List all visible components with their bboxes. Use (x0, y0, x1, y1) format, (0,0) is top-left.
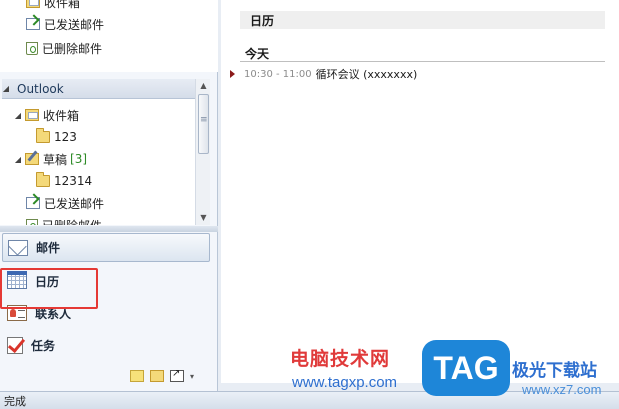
pane-splitter[interactable] (0, 226, 218, 232)
scroll-down-icon[interactable]: ▼ (196, 211, 211, 225)
appointment-item[interactable]: 10:30 - 11:00 循环会议 (xxxxxxx) (230, 66, 417, 82)
folder-list-icon[interactable] (150, 370, 164, 382)
sent-icon (26, 18, 40, 30)
scroll-up-icon[interactable]: ▲ (196, 79, 211, 93)
calendar-highlight-annotation (0, 268, 98, 309)
tasks-nav-button[interactable]: 任务 (2, 330, 210, 360)
main-area: 日历 今天 10:30 - 11:00 循环会议 (xxxxxxx) (219, 0, 619, 391)
folder-label: 123 (54, 130, 77, 144)
status-text: 完成 (4, 394, 26, 408)
watermark: 电脑技术网 www.tagxp.com TAG 极光下载站 www.xz7.co… (290, 338, 619, 406)
folder-inbox[interactable]: ◢ 收件箱 (14, 105, 79, 125)
folder-sent[interactable]: 已发送邮件 (26, 193, 104, 213)
folder-label: 已删除邮件 (42, 217, 102, 226)
tasks-icon (7, 336, 23, 354)
favorite-folder-deleted[interactable]: 已删除邮件 (26, 38, 102, 58)
folder-scrollbar[interactable]: ▲ ▼ (195, 79, 210, 225)
mail-icon (8, 239, 28, 256)
folder-tree: ◢ 收件箱 123 ◢ 草稿 [3] 12314 已发送邮件 已删除邮件 (0, 99, 196, 225)
appointment-time: 10:30 - 11:00 (244, 68, 312, 80)
scroll-thumb[interactable] (198, 94, 209, 154)
day-title: 今天 (245, 47, 270, 61)
draft-icon (25, 153, 39, 165)
favorite-folder-sent[interactable]: 已发送邮件 (26, 14, 104, 34)
folder-deleted[interactable]: 已删除邮件 (26, 215, 102, 225)
calendar-header: 日历 (240, 11, 605, 29)
watermark-logo: TAG (422, 340, 510, 396)
configure-buttons-icon[interactable]: ▾ (190, 372, 194, 381)
folder-label: 收件箱 (43, 108, 80, 123)
unread-count: [3] (70, 152, 88, 166)
appointment-marker-icon (230, 70, 235, 78)
folder-label: 已发送邮件 (44, 196, 105, 211)
folder-drafts[interactable]: ◢ 草稿 [3] (14, 149, 87, 169)
trash-icon (26, 218, 38, 225)
sent-icon (26, 197, 40, 209)
folder-label: 草稿 (43, 152, 68, 167)
folder-label: 已发送邮件 (44, 17, 105, 32)
folder-label: 12314 (54, 174, 93, 188)
watermark-side-text: 极光下载站 (512, 361, 597, 381)
day-divider (240, 61, 605, 62)
tasks-nav-label: 任务 (31, 338, 56, 353)
account-label: Outlook (17, 81, 64, 96)
watermark-site-name: 电脑技术网 (290, 348, 391, 370)
expand-arrow-icon[interactable]: ◢ (14, 111, 22, 120)
notes-icon[interactable] (130, 370, 144, 382)
watermark-side-url: www.xz7.com (522, 382, 602, 397)
folder-icon (36, 172, 50, 187)
expand-arrow-icon[interactable]: ◢ (14, 155, 22, 164)
favorite-folder-inbox[interactable]: 收件箱 (26, 0, 80, 12)
mail-nav-button[interactable]: 邮件 (2, 233, 210, 262)
inbox-icon (25, 109, 39, 121)
account-header-outlook[interactable]: ◢ Outlook (2, 79, 195, 99)
folder-label: 已删除邮件 (42, 41, 103, 56)
favorite-folders: 收件箱 已发送邮件 已删除邮件 (0, 0, 218, 72)
folder-label: 收件箱 (44, 0, 81, 10)
trash-icon (26, 41, 38, 55)
appointment-title: 循环会议 (xxxxxxx) (315, 68, 418, 81)
folder-icon (36, 128, 50, 143)
inbox-icon (26, 0, 40, 8)
folder-12314[interactable]: 12314 (36, 171, 92, 191)
nav-shortcut-toolbar: ▾ (130, 367, 210, 385)
shortcuts-icon[interactable] (170, 368, 184, 382)
watermark-url: www.tagxp.com (292, 374, 398, 391)
navigation-pane: 收件箱 已发送邮件 已删除邮件 ◢ Outlook ◢ 收件箱 123 ◢ 草稿… (0, 0, 218, 391)
calendar-header-label: 日历 (250, 13, 275, 28)
expand-arrow-icon[interactable]: ◢ (2, 84, 10, 93)
mail-nav-label: 邮件 (36, 241, 61, 255)
todo-calendar-view: 日历 今天 10:30 - 11:00 循环会议 (xxxxxxx) (221, 0, 619, 383)
folder-123[interactable]: 123 (36, 127, 77, 147)
